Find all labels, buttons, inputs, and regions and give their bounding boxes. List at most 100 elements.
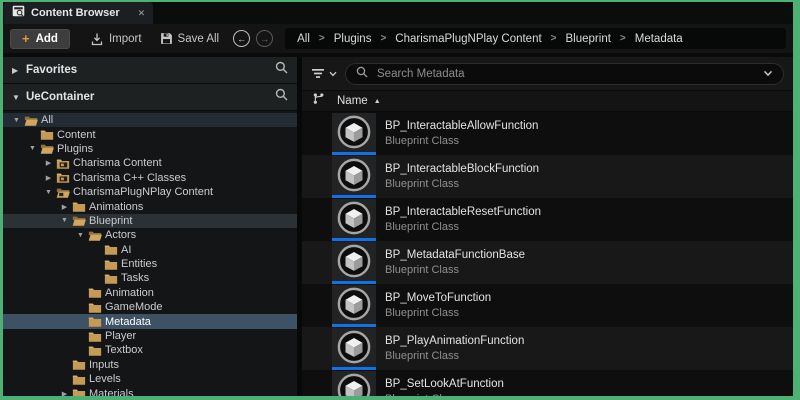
asset-type: Blueprint Class [385, 264, 459, 276]
chevron-down-icon[interactable]: ▼ [12, 93, 26, 102]
chevron-down-icon[interactable] [763, 70, 773, 77]
tree-item-label: AI [121, 243, 132, 256]
filter-button[interactable] [311, 67, 337, 80]
filter-icon [312, 69, 324, 78]
asset-row-bp_setlookatfunction[interactable]: BP_SetLookAtFunction Blueprint Class [302, 370, 793, 396]
chevron-right-icon[interactable]: ▶ [41, 174, 56, 182]
tree-item-metadata[interactable]: Metadata [3, 314, 297, 329]
chevron-right-icon[interactable]: ▶ [12, 66, 26, 75]
tree-item-label: Entities [121, 258, 158, 271]
search-icon [356, 65, 368, 83]
folder-plugin-icon [56, 171, 71, 184]
asset-row-bp_movetofunction[interactable]: BP_MoveToFunction Blueprint Class [302, 284, 793, 327]
asset-type-color-bar [332, 280, 376, 284]
chevron-right-icon[interactable]: ▶ [41, 159, 56, 167]
asset-row-bp_interactableresetfunction[interactable]: BP_InteractableResetFunction Blueprint Cl… [302, 198, 793, 241]
close-icon[interactable]: ✕ [138, 8, 146, 19]
import-button[interactable]: Import [90, 32, 142, 46]
asset-thumbnail[interactable] [332, 155, 376, 198]
tree-item-player[interactable]: Player [3, 329, 297, 343]
tree-item-animation[interactable]: Animation [3, 286, 297, 300]
tree-item-materials[interactable]: ▶ Materials [3, 386, 297, 396]
folder-icon [72, 373, 87, 386]
asset-row-bp_interactableblockfunction[interactable]: BP_InteractableBlockFunction Blueprint Cl… [302, 155, 793, 198]
breadcrumb-item[interactable]: Blueprint [566, 33, 611, 45]
tree-item-all[interactable]: ▼ All [3, 113, 297, 128]
uecontainer-label: UeContainer [26, 91, 95, 103]
blueprint-class-icon [332, 284, 376, 324]
asset-thumbnail[interactable] [332, 370, 376, 396]
uecontainer-section-header[interactable]: ▼ UeContainer [3, 84, 297, 111]
breadcrumb-item[interactable]: CharismaPlugNPlay Content [395, 33, 541, 45]
tree-item-inputs[interactable]: Inputs [3, 358, 297, 372]
add-button-label: Add [35, 32, 58, 45]
tree-item-content[interactable]: Content [3, 127, 297, 141]
blueprint-class-icon [332, 112, 376, 152]
hierarchy-icon[interactable] [312, 92, 325, 110]
folder-icon [88, 315, 103, 328]
tree-item-blueprint[interactable]: ▼ Blueprint [3, 213, 297, 229]
asset-name: BP_InteractableAllowFunction [385, 120, 539, 132]
folder-icon [104, 272, 119, 285]
asset-row-bp_playanimationfunction[interactable]: BP_PlayAnimationFunction Blueprint Class [302, 327, 793, 370]
asset-thumbnail[interactable] [332, 327, 376, 370]
forward-button[interactable]: → [256, 30, 274, 47]
import-button-label: Import [108, 32, 142, 45]
chevron-right-icon[interactable]: ▶ [57, 203, 72, 211]
tree-item-charisma-c-classes[interactable]: ▶ Charisma C++ Classes [3, 171, 297, 185]
asset-text: BP_PlayAnimationFunction Blueprint Class [385, 334, 524, 363]
tree-item-entities[interactable]: Entities [3, 257, 297, 271]
search-icon[interactable] [275, 61, 288, 79]
asset-type-color-bar [332, 366, 376, 370]
chevron-down-icon[interactable]: ▼ [57, 217, 72, 224]
tree-item-actors[interactable]: ▼ Actors [3, 228, 297, 242]
back-button[interactable]: ← [233, 30, 251, 47]
asset-search-row [302, 57, 793, 90]
search-icon[interactable] [275, 88, 288, 106]
breadcrumb-item[interactable]: Metadata [635, 33, 683, 45]
tree-item-label: Charisma Content [73, 157, 162, 170]
tree-item-levels[interactable]: Levels [3, 372, 297, 386]
tree-item-tasks[interactable]: Tasks [3, 271, 297, 285]
asset-panel: Name ▲ BP_InteractableAllowFunction Bluep… [302, 57, 793, 396]
chevron-down-icon[interactable]: ▼ [9, 117, 24, 124]
asset-name: BP_MetadataFunctionBase [385, 249, 526, 261]
asset-type-color-bar [332, 194, 376, 198]
tree-item-plugins[interactable]: ▼ Plugins [3, 142, 297, 156]
chevron-right-icon[interactable]: ▶ [57, 390, 72, 396]
asset-thumbnail[interactable] [332, 198, 376, 241]
add-button[interactable]: + Add [10, 28, 70, 49]
asset-text: BP_InteractableResetFunction Blueprint Cl… [385, 205, 541, 234]
tree-item-animations[interactable]: ▶ Animations [3, 199, 297, 213]
asset-thumbnail[interactable] [332, 241, 376, 284]
tree-item-ai[interactable]: AI [3, 243, 297, 257]
asset-row-bp_metadatafunctionbase[interactable]: BP_MetadataFunctionBase Blueprint Class [302, 241, 793, 284]
chevron-down-icon[interactable]: ▼ [73, 232, 88, 239]
asset-thumbnail[interactable] [332, 284, 376, 327]
favorites-section-header[interactable]: ▶ Favorites [3, 57, 297, 84]
breadcrumb-item[interactable]: Plugins [334, 33, 372, 45]
asset-type-color-bar [332, 151, 376, 155]
chevron-down-icon[interactable]: ▼ [25, 145, 40, 152]
asset-type: Blueprint Class [385, 135, 459, 147]
breadcrumb: All > Plugins > CharismaPlugNPlay Content > Bl… [285, 28, 786, 49]
asset-thumbnail[interactable] [332, 112, 376, 155]
asset-list: BP_InteractableAllowFunction Blueprint Cl… [302, 112, 793, 396]
tree-item-charisma-content[interactable]: ▶ Charisma Content [3, 156, 297, 170]
asset-text: BP_MoveToFunction Blueprint Class [385, 291, 491, 320]
tree-item-label: Charisma C++ Classes [73, 171, 187, 184]
search-input[interactable] [375, 66, 756, 81]
tree-item-textbox[interactable]: Textbox [3, 343, 297, 357]
tree-item-charismaplugnplay-content[interactable]: ▼ CharismaPlugNPlay Content [3, 185, 297, 199]
chevron-down-icon[interactable]: ▼ [41, 189, 56, 196]
tree-item-gamemode[interactable]: GameMode [3, 300, 297, 314]
asset-name: BP_SetLookAtFunction [385, 378, 504, 390]
save-all-button[interactable]: Save All [160, 32, 219, 45]
breadcrumb-item[interactable]: All [297, 33, 310, 45]
blueprint-class-icon [332, 241, 376, 281]
asset-row-bp_interactableallowfunction[interactable]: BP_InteractableAllowFunction Blueprint Cl… [302, 112, 793, 155]
breadcrumb-separator-icon: > [619, 33, 626, 44]
tab-content-browser[interactable]: Content Browser ✕ [4, 2, 154, 24]
sort-by-name-header[interactable]: Name [337, 95, 368, 107]
folder-icon [104, 258, 119, 271]
